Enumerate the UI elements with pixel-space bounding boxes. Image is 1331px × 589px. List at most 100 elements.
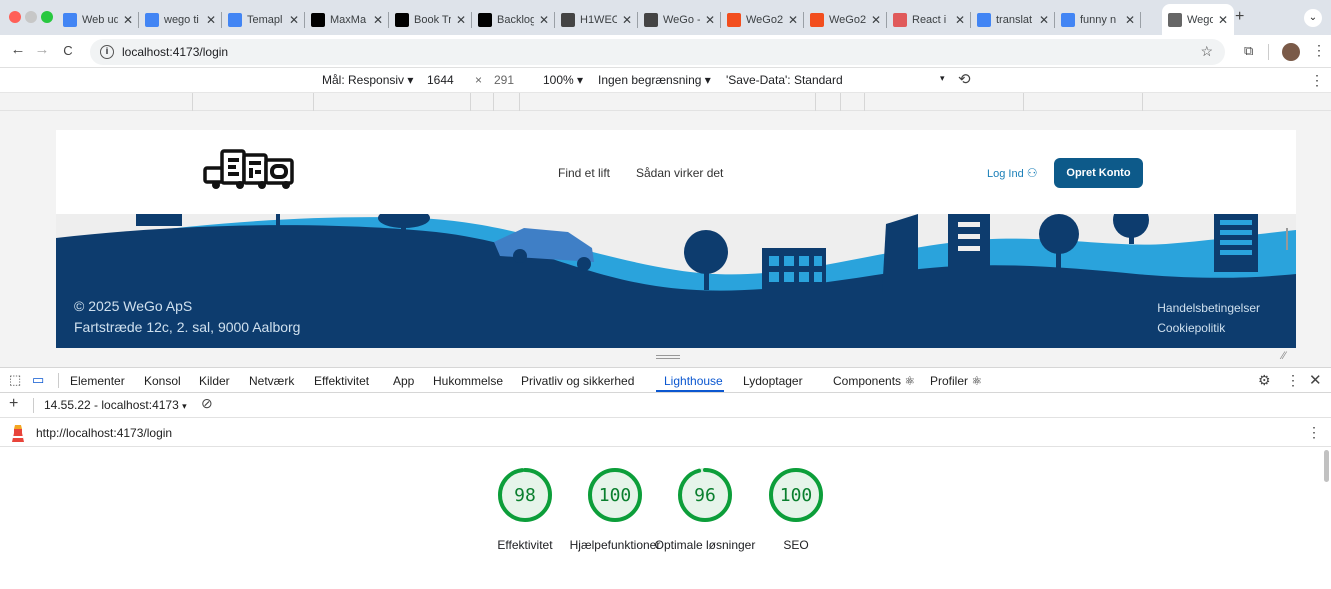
close-tab-icon[interactable]: ✕ <box>123 13 133 27</box>
device-toggle-icon[interactable]: ▭ <box>32 372 44 388</box>
extensions-icon[interactable]: ⧉ <box>1244 43 1253 59</box>
score-gauge[interactable]: 100 <box>587 467 643 523</box>
width-input[interactable]: 1644 <box>427 73 454 87</box>
devtools-tab[interactable]: Konsol <box>144 374 181 388</box>
github-icon <box>395 12 409 27</box>
tab-label: wego ti <box>164 13 199 26</box>
close-tab-icon[interactable]: ✕ <box>539 13 549 27</box>
devtools-tab[interactable]: Privatliv og sikkerhed <box>521 374 634 388</box>
devtools-tab[interactable]: Hukommelse <box>433 374 503 388</box>
devtools-tab[interactable]: Elementer <box>70 374 125 388</box>
back-icon[interactable]: ← <box>8 41 28 58</box>
nav-find-lift-link[interactable]: Find et lift <box>558 166 610 180</box>
browser-tab[interactable]: funny n ✕ <box>1055 4 1141 35</box>
devtools-tab[interactable]: Netværk <box>249 374 294 388</box>
browser-tab[interactable]: H1WEO ✕ <box>555 4 638 35</box>
browser-tab[interactable]: Wego ✕ <box>1162 4 1234 35</box>
throttle-select[interactable]: Ingen begrænsning ▾ <box>598 73 711 87</box>
site-logo[interactable] <box>202 146 298 192</box>
resize-corner-icon[interactable]: ⁄⁄ <box>1282 350 1286 362</box>
close-tab-icon[interactable]: ✕ <box>788 13 798 27</box>
devtools-tab[interactable]: Profiler ⚛ <box>930 374 982 388</box>
score-gauge[interactable]: 100 <box>768 467 824 523</box>
react-icon <box>893 12 907 27</box>
score-value: 98 <box>514 484 536 506</box>
report-menu-icon[interactable]: ⋮ <box>1307 424 1321 441</box>
browser-tab[interactable]: translat ✕ <box>971 4 1055 35</box>
nav-how-it-works-link[interactable]: Sådan virker det <box>636 166 723 180</box>
browser-tab[interactable]: React i ✕ <box>887 4 971 35</box>
browser-tab[interactable]: WeGo2 ✕ <box>804 4 887 35</box>
resize-handle-bottom[interactable] <box>656 355 680 359</box>
browser-tab[interactable]: MaxMa ✕ <box>305 4 389 35</box>
browser-tab[interactable]: Book Tr ✕ <box>389 4 472 35</box>
browser-menu-icon[interactable]: ⋮ <box>1312 42 1326 59</box>
devtools-settings-icon[interactable]: ⚙ <box>1258 372 1271 389</box>
close-tab-icon[interactable]: ✕ <box>1039 13 1049 27</box>
height-input[interactable]: 291 <box>494 73 514 87</box>
close-tab-icon[interactable]: ✕ <box>955 13 965 27</box>
profile-avatar[interactable] <box>1282 43 1300 61</box>
close-window-button[interactable] <box>9 11 21 23</box>
close-tab-icon[interactable]: ✕ <box>1125 13 1135 27</box>
close-tab-icon[interactable]: ✕ <box>373 13 383 27</box>
devtools-menu-icon[interactable]: ⋮ <box>1286 372 1300 389</box>
tab-label: WeGo2 <box>829 13 866 26</box>
rotate-icon[interactable]: ⟲ <box>958 70 971 88</box>
browser-tab[interactable]: WeGo - ✕ <box>638 4 721 35</box>
resize-handle-right[interactable] <box>1286 228 1288 250</box>
clear-reports-icon[interactable]: ⊘ <box>201 395 213 412</box>
minimize-window-button[interactable] <box>25 11 37 23</box>
devtools-tab[interactable]: Lighthouse <box>664 374 723 388</box>
tab-label: Book Tr <box>414 13 451 26</box>
close-tab-icon[interactable]: ✕ <box>622 13 632 27</box>
report-select-label: 14.55.22 - localhost:4173 <box>44 398 179 412</box>
score-gauge[interactable]: 96 <box>677 467 733 523</box>
browser-tab[interactable]: Web ud ✕ <box>57 4 139 35</box>
report-url[interactable]: http://localhost:4173/login <box>36 426 172 440</box>
devtools-tab[interactable]: Components ⚛ <box>833 374 915 388</box>
figma-icon <box>810 12 824 27</box>
close-tab-icon[interactable]: ✕ <box>1218 13 1228 27</box>
inspect-element-icon[interactable]: ⬚ <box>9 372 21 388</box>
report-select[interactable]: 14.55.22 - localhost:4173 ▾ <box>44 398 187 412</box>
close-tab-icon[interactable]: ✕ <box>705 13 715 27</box>
device-toolbar-menu-icon[interactable]: ⋮ <box>1310 72 1324 89</box>
new-tab-button[interactable]: + <box>1235 8 1244 26</box>
bookmark-star-icon[interactable]: ☆ <box>1200 43 1213 60</box>
scrollbar-thumb[interactable] <box>1324 450 1329 482</box>
browser-tab[interactable]: wego ti ✕ <box>139 4 222 35</box>
tab-label: translat <box>996 13 1033 26</box>
devtools-tab[interactable]: Lydoptager <box>743 374 803 388</box>
address-bar[interactable]: i localhost:4173/login ☆ <box>90 39 1225 65</box>
url-text: localhost:4173/login <box>122 45 229 59</box>
login-link[interactable]: Log Ind ⚇ <box>987 166 1038 180</box>
throttle-label: Ingen begrænsning <box>598 73 702 87</box>
browser-tab[interactable]: WeGo2 ✕ <box>721 4 804 35</box>
devtools-close-icon[interactable]: ✕ <box>1309 371 1322 389</box>
new-report-icon[interactable]: + <box>9 395 18 413</box>
site-info-icon[interactable]: i <box>100 45 114 59</box>
close-tab-icon[interactable]: ✕ <box>206 13 216 27</box>
forward-icon[interactable]: → <box>32 41 52 58</box>
devtools-tab[interactable]: Kilder <box>199 374 230 388</box>
figma-icon <box>727 12 741 27</box>
maximize-window-button[interactable] <box>41 11 53 23</box>
browser-tab[interactable]: Backlog ✕ <box>472 4 555 35</box>
close-tab-icon[interactable]: ✕ <box>289 13 299 27</box>
score-gauge[interactable]: 98 <box>497 467 553 523</box>
dimensions-select[interactable]: Mål: Responsiv ▾ <box>322 73 413 87</box>
close-tab-icon[interactable]: ✕ <box>456 13 466 27</box>
terms-link[interactable]: Handelsbetingelser <box>1157 298 1260 318</box>
save-data-chevron-icon[interactable]: ▾ <box>940 73 945 84</box>
tab-search-icon[interactable]: ⌄ <box>1304 9 1322 27</box>
signup-button[interactable]: Opret Konto <box>1054 158 1143 188</box>
browser-tab[interactable]: Temapl ✕ <box>222 4 305 35</box>
close-tab-icon[interactable]: ✕ <box>871 13 881 27</box>
devtools-tab[interactable]: App <box>393 374 414 388</box>
devtools-tab[interactable]: Effektivitet <box>314 374 369 388</box>
save-data-select[interactable]: 'Save-Data': Standard <box>726 73 843 87</box>
zoom-select[interactable]: 100% ▾ <box>543 73 583 87</box>
reload-icon[interactable]: C <box>58 43 78 58</box>
cookie-policy-link[interactable]: Cookiepolitik <box>1157 318 1260 338</box>
